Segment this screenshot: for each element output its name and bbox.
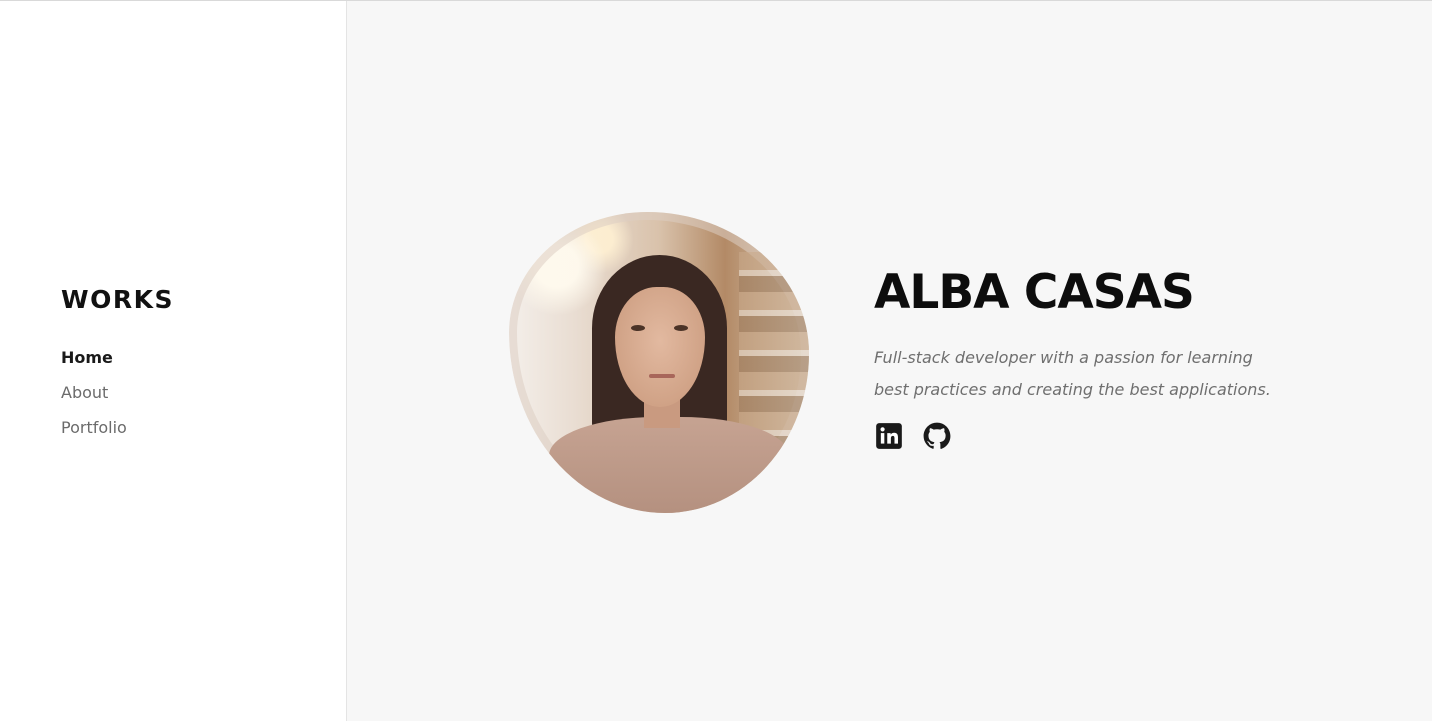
portrait-eye-right: [674, 325, 688, 331]
hero-tagline: Full-stack developer with a passion for …: [874, 348, 1271, 399]
page: WORKS Home About Portfolio ALBA CASAS Fu…: [0, 0, 1432, 721]
linkedin-icon: [876, 423, 902, 449]
github-link[interactable]: [923, 422, 951, 450]
avatar: [509, 212, 809, 513]
linkedin-link[interactable]: [875, 422, 903, 450]
profile-photo: [509, 212, 809, 513]
sidebar: WORKS Home About Portfolio: [0, 1, 347, 721]
main-content: ALBA CASAS Full-stack developer with a p…: [347, 1, 1432, 721]
hero-name: ALBA CASAS: [874, 265, 1195, 320]
portrait-shirt: [549, 417, 789, 513]
portrait-eye-left: [631, 325, 645, 331]
social-links: [875, 422, 951, 450]
main-nav: Home About Portfolio: [61, 347, 127, 452]
nav-item-portfolio[interactable]: Portfolio: [61, 417, 127, 452]
github-icon: [923, 422, 951, 449]
nav-item-home[interactable]: Home: [61, 347, 127, 382]
site-logo[interactable]: WORKS: [61, 285, 174, 314]
nav-item-about[interactable]: About: [61, 382, 127, 417]
portrait-mouth: [649, 374, 675, 378]
